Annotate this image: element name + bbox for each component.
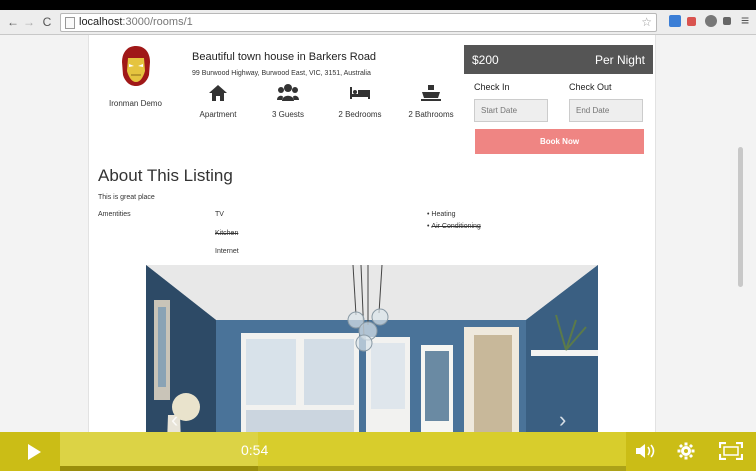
price-header: $200 Per Night <box>464 45 653 74</box>
carousel-next-icon[interactable]: › <box>559 407 566 433</box>
house-icon <box>209 85 227 101</box>
about-title: About This Listing <box>98 166 233 185</box>
amenity-item: • Heating <box>427 211 456 218</box>
feature-label: Apartment <box>199 110 237 119</box>
listing-page: Ironman Demo Beautiful town house in Bar… <box>88 35 656 471</box>
url-text: localhost:3000/rooms/1 <box>79 16 193 28</box>
page-icon <box>65 17 75 29</box>
progress-bar[interactable] <box>60 432 626 471</box>
feature-bedrooms: 2 Bedrooms <box>325 83 395 119</box>
amenity-item-unavailable: • Air Conditioning <box>427 223 481 230</box>
price-period: Per Night <box>594 53 645 67</box>
extension-icon[interactable] <box>669 15 681 27</box>
screen-top-border <box>0 0 756 10</box>
back-arrow-icon[interactable]: ← <box>6 14 20 30</box>
play-icon <box>28 444 41 460</box>
progress-fill <box>60 466 259 471</box>
bed-icon <box>350 87 370 99</box>
start-date-input[interactable] <box>474 99 548 122</box>
volume-button[interactable] <box>626 432 666 471</box>
guests-icon <box>277 84 299 101</box>
extension-icon[interactable] <box>723 17 731 25</box>
bath-icon <box>421 85 441 101</box>
amenity-item-unavailable: Kitchen <box>215 230 239 237</box>
extension-icon[interactable] <box>687 17 696 26</box>
fullscreen-icon <box>718 441 744 461</box>
about-description: This is great place <box>98 194 155 201</box>
browser-toolbar: ← → C localhost:3000/rooms/1 ☆ ≡ <box>0 10 756 35</box>
video-player-controls: 0:54 <box>0 432 756 471</box>
feature-label: 3 Guests <box>271 110 304 119</box>
host-name: Ironman Demo <box>109 99 162 108</box>
book-now-button[interactable]: Book Now <box>475 129 644 154</box>
feature-apartment: Apartment <box>183 83 253 119</box>
fullscreen-button[interactable] <box>706 432 756 471</box>
amenity-item: Internet <box>215 248 239 255</box>
listing-title: Beautiful town house in Barkers Road <box>192 51 377 63</box>
address-bar[interactable]: localhost:3000/rooms/1 ☆ <box>60 13 657 32</box>
forward-arrow-icon[interactable]: → <box>22 14 36 30</box>
check-in-label: Check In <box>474 82 510 92</box>
amenity-item: TV <box>215 211 224 218</box>
ironman-avatar <box>122 46 150 86</box>
listing-address: 99 Burwood Highway, Burwood East, VIC, 3… <box>192 70 371 77</box>
pocket-icon[interactable] <box>705 15 717 27</box>
play-button[interactable] <box>0 432 60 471</box>
playback-time: 0:54 <box>241 442 269 458</box>
page-viewport: Ironman Demo Beautiful town house in Bar… <box>0 35 756 471</box>
volume-icon <box>636 444 655 458</box>
feature-label: 2 Bedrooms <box>338 110 382 119</box>
feature-guests: 3 Guests <box>253 83 323 119</box>
end-date-input[interactable] <box>569 99 643 122</box>
page-scrollbar[interactable] <box>738 147 743 287</box>
amenities-label: Amentities <box>98 211 131 218</box>
settings-icon <box>677 442 695 460</box>
check-out-label: Check Out <box>569 82 612 92</box>
reload-icon[interactable]: C <box>40 14 54 30</box>
price: $200 <box>472 53 499 67</box>
bookmark-star-icon[interactable]: ☆ <box>641 14 652 31</box>
feature-bathrooms: 2 Bathrooms <box>396 83 466 119</box>
settings-button[interactable] <box>666 432 706 471</box>
carousel-prev-icon[interactable]: ‹ <box>171 407 178 433</box>
feature-label: 2 Bathrooms <box>408 110 454 119</box>
menu-icon[interactable]: ≡ <box>741 12 749 28</box>
